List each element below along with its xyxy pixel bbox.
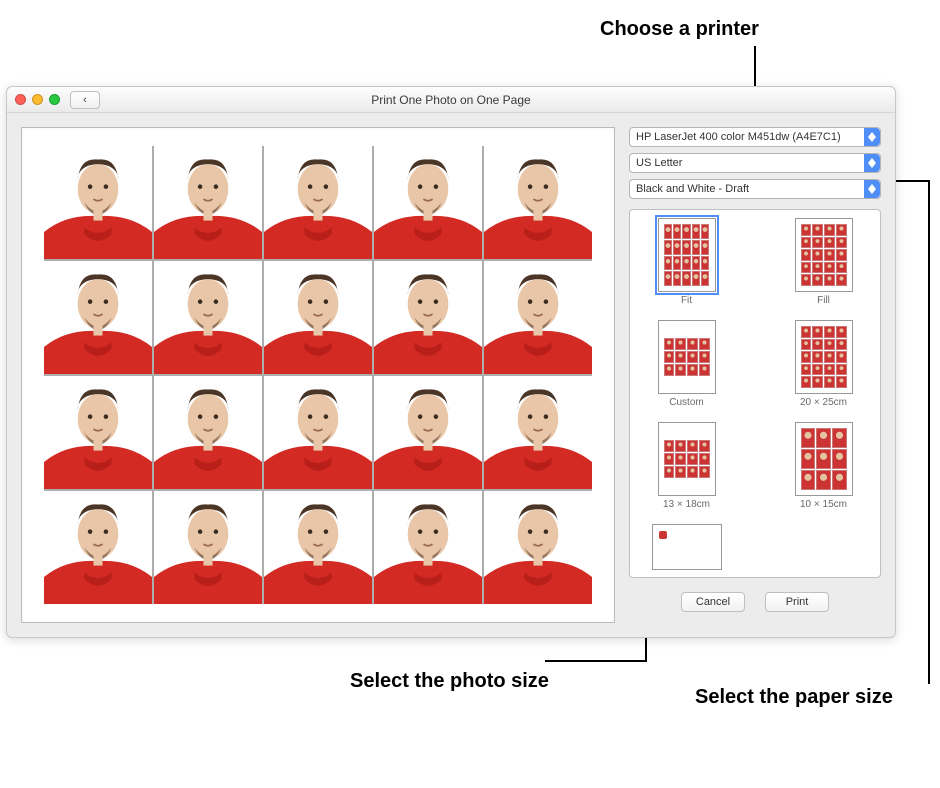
- preview-photo: [374, 146, 482, 259]
- preview-photo: [44, 376, 152, 489]
- layout-option-20x25[interactable]: 20 × 25cm: [784, 320, 864, 408]
- layout-label: 10 × 15cm: [800, 499, 847, 510]
- zoom-icon[interactable]: [49, 94, 60, 105]
- layout-option-13x18[interactable]: 13 × 18cm: [647, 422, 727, 510]
- layout-thumb: [658, 422, 716, 496]
- preview-photo: [264, 146, 372, 259]
- preview-photo: [44, 261, 152, 374]
- layout-option-fill[interactable]: Fill: [784, 218, 864, 306]
- preview-photo: [154, 261, 262, 374]
- layout-thumb: [652, 524, 722, 570]
- preview-photo: [374, 261, 482, 374]
- layout-label: Fill: [817, 295, 830, 306]
- layout-label: Custom: [669, 397, 703, 408]
- select-arrows-icon: [864, 154, 880, 172]
- preview-photo: [484, 146, 592, 259]
- preview-photo: [154, 376, 262, 489]
- window-title: Print One Photo on One Page: [7, 93, 895, 107]
- annotation-select-paper-size: Select the paper size: [695, 686, 893, 709]
- preview-photo: [484, 376, 592, 489]
- chevron-left-icon: ‹: [83, 94, 87, 106]
- printer-select[interactable]: HP LaserJet 400 color M451dw (A4E7C1): [629, 127, 881, 147]
- layout-thumb: [795, 422, 853, 496]
- titlebar: ‹ Print One Photo on One Page: [7, 87, 895, 113]
- printer-select-value: HP LaserJet 400 color M451dw (A4E7C1): [636, 131, 841, 143]
- layout-thumb: [795, 218, 853, 292]
- select-arrows-icon: [864, 180, 880, 198]
- minimize-icon[interactable]: [32, 94, 43, 105]
- traffic-lights: [15, 94, 60, 105]
- annotation-choose-printer: Choose a printer: [600, 18, 759, 41]
- dialog-body: HP LaserJet 400 color M451dw (A4E7C1) US…: [7, 113, 895, 637]
- preview-photo: [374, 491, 482, 604]
- paper-size-select[interactable]: US Letter: [629, 153, 881, 173]
- layout-label: 13 × 18cm: [663, 499, 710, 510]
- layout-options-grid: Fit Fill Custom 20 × 25cm 13 × 18cm 10 × 15cm: [629, 209, 881, 578]
- layout-thumb: [658, 320, 716, 394]
- print-dialog-window: ‹ Print One Photo on One Page: [6, 86, 896, 638]
- layout-label: 20 × 25cm: [800, 397, 847, 408]
- layout-option-fit[interactable]: Fit: [647, 218, 727, 306]
- layout-option-single[interactable]: [647, 524, 727, 573]
- layout-thumb: [795, 320, 853, 394]
- preview-photo: [264, 491, 372, 604]
- preview-photo: [484, 261, 592, 374]
- callout-line: [545, 660, 645, 662]
- back-button[interactable]: ‹: [70, 91, 100, 109]
- quality-select[interactable]: Black and White - Draft: [629, 179, 881, 199]
- preview-photo: [484, 491, 592, 604]
- layout-label: Fit: [681, 295, 692, 306]
- preview-photo: [154, 491, 262, 604]
- preview-photo: [264, 261, 372, 374]
- print-preview-panel: [21, 127, 615, 623]
- preview-photo: [44, 146, 152, 259]
- layout-thumb: [658, 218, 716, 292]
- select-arrows-icon: [864, 128, 880, 146]
- dialog-button-row: Cancel Print: [629, 592, 881, 612]
- photo-grid: [44, 146, 592, 604]
- preview-photo: [154, 146, 262, 259]
- settings-panel: HP LaserJet 400 color M451dw (A4E7C1) US…: [629, 127, 881, 623]
- layout-option-custom[interactable]: Custom: [647, 320, 727, 408]
- annotation-select-photo-size: Select the photo size: [350, 670, 549, 693]
- preview-photo: [44, 491, 152, 604]
- print-button[interactable]: Print: [765, 592, 829, 612]
- layout-option-10x15[interactable]: 10 × 15cm: [784, 422, 864, 510]
- cancel-button[interactable]: Cancel: [681, 592, 745, 612]
- preview-photo: [264, 376, 372, 489]
- close-icon[interactable]: [15, 94, 26, 105]
- paper-size-select-value: US Letter: [636, 157, 682, 169]
- quality-select-value: Black and White - Draft: [636, 183, 749, 195]
- callout-line: [928, 180, 930, 684]
- preview-photo: [374, 376, 482, 489]
